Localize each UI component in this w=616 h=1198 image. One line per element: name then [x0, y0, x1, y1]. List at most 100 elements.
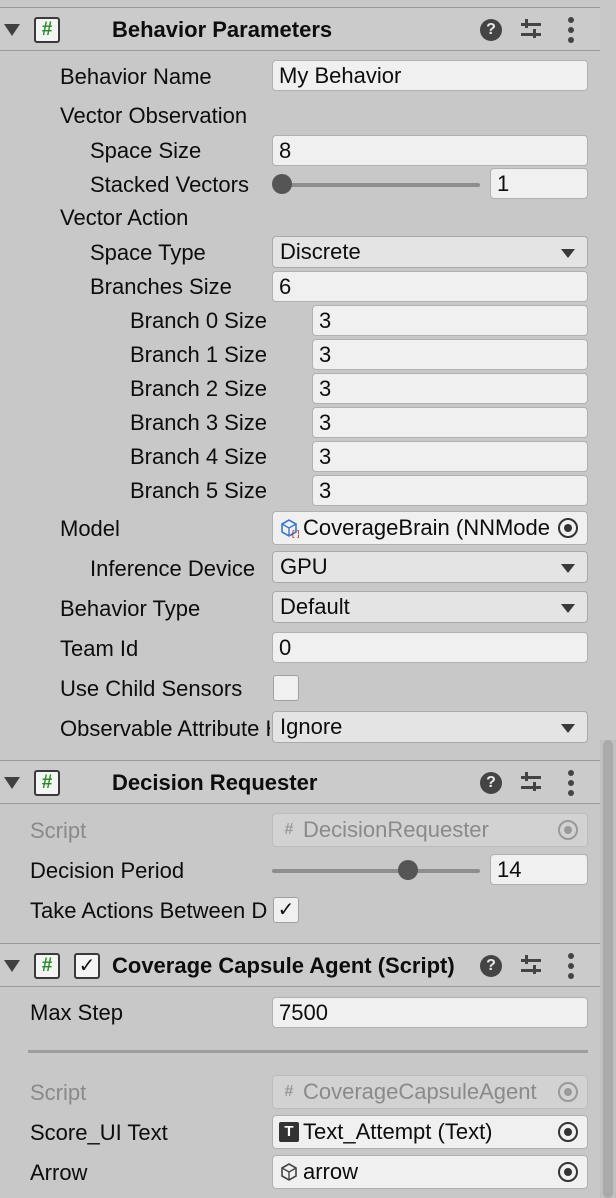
use-child-sensors-checkbox[interactable]	[273, 675, 299, 701]
kebab-menu-icon[interactable]	[568, 770, 574, 796]
agent-script-value: CoverageCapsuleAgent	[303, 1079, 537, 1104]
svg-text:{}: {}	[290, 530, 299, 538]
model-object-field[interactable]: {} CoverageBrain (NNModel)	[272, 511, 588, 545]
take-actions-checkbox[interactable]: ✓	[273, 897, 299, 923]
behavior-parameters-header[interactable]: # Behavior Parameters ?	[0, 7, 600, 51]
space-size-field[interactable]: 8	[272, 135, 588, 166]
branch-4-size-label: Branch 4 Size	[130, 444, 267, 469]
slider-track[interactable]	[272, 869, 480, 873]
coverage-agent-header[interactable]: # ✓ Coverage Capsule Agent (Script) ?	[0, 943, 600, 987]
space-type-dropdown[interactable]: Discrete	[272, 236, 588, 268]
behavior-type-value: Default	[280, 594, 350, 619]
inference-device-value: GPU	[280, 554, 328, 579]
score-ui-text-value: Text_Attempt (Text)	[303, 1119, 493, 1144]
behavior-name-field[interactable]: My Behavior	[272, 60, 588, 91]
agent-script-object-field: # CoverageCapsuleAgent	[272, 1075, 588, 1109]
object-picker-icon	[551, 814, 587, 846]
team-id-field[interactable]: 0	[272, 632, 588, 663]
stacked-vectors-field[interactable]: 1	[490, 168, 588, 199]
help-icon[interactable]: ?	[480, 955, 502, 977]
kebab-menu-icon[interactable]	[568, 953, 574, 979]
script-hash-icon: #	[34, 770, 60, 796]
foldout-arrow-icon[interactable]	[4, 24, 20, 36]
object-picker-icon[interactable]	[551, 1156, 587, 1188]
presets-icon[interactable]	[520, 954, 542, 978]
inference-device-label: Inference Device	[90, 556, 256, 581]
script-hash-icon: #	[284, 1083, 294, 1100]
arrow-value: arrow	[303, 1159, 359, 1184]
slider-knob[interactable]	[272, 174, 292, 194]
script-object-field: # DecisionRequester	[272, 813, 588, 847]
vector-action-label: Vector Action	[60, 205, 189, 230]
help-icon[interactable]: ?	[480, 772, 502, 794]
stacked-vectors-label: Stacked Vectors	[90, 172, 249, 197]
kebab-menu-icon[interactable]	[568, 17, 574, 43]
branch-2-size-field[interactable]: 3	[312, 373, 588, 404]
branch-1-size-label: Branch 1 Size	[130, 342, 267, 367]
slider-knob[interactable]	[397, 860, 418, 880]
team-id-label: Team Id	[60, 636, 139, 661]
space-type-label: Space Type	[90, 240, 206, 265]
object-picker-icon[interactable]	[551, 1116, 587, 1148]
dropdown-caret-icon	[561, 604, 575, 613]
branch-1-size-field[interactable]: 3	[312, 339, 588, 370]
take-actions-label: Take Actions Between Decisions	[30, 898, 268, 923]
behavior-type-dropdown[interactable]: Default	[272, 591, 588, 623]
model-value: CoverageBrain (NNModel)	[303, 515, 551, 540]
decision-period-label: Decision Period	[30, 858, 185, 883]
object-picker-icon[interactable]	[551, 512, 587, 544]
component-title: Decision Requester	[112, 770, 318, 795]
inference-device-dropdown[interactable]: GPU	[272, 551, 588, 583]
branch-3-size-field[interactable]: 3	[312, 407, 588, 438]
presets-icon[interactable]	[520, 18, 542, 42]
observable-attribute-value: Ignore	[280, 714, 343, 739]
space-type-value: Discrete	[280, 239, 361, 264]
foldout-arrow-icon[interactable]	[4, 960, 20, 972]
decision-period-field[interactable]: 14	[490, 854, 588, 885]
branch-0-size-field[interactable]: 3	[312, 305, 588, 336]
branches-size-label: Branches Size	[90, 274, 232, 299]
nn-model-asset-icon: {}	[281, 519, 299, 538]
arrow-label: Arrow	[30, 1160, 88, 1185]
score-ui-text-object-field[interactable]: T Text_Attempt (Text)	[272, 1115, 588, 1149]
component-title: Behavior Parameters	[112, 17, 333, 42]
model-label: Model	[60, 516, 120, 541]
help-icon[interactable]: ?	[480, 19, 502, 41]
decision-requester-header[interactable]: # Decision Requester ?	[0, 760, 600, 804]
component-enabled-checkbox[interactable]: ✓	[74, 953, 100, 979]
branch-2-size-label: Branch 2 Size	[130, 376, 267, 401]
branch-3-size-label: Branch 3 Size	[130, 410, 267, 435]
dropdown-caret-icon	[561, 724, 575, 733]
behavior-name-label: Behavior Name	[60, 64, 212, 89]
branch-5-size-field[interactable]: 3	[312, 475, 588, 506]
dropdown-caret-icon	[561, 249, 575, 258]
branch-4-size-field[interactable]: 3	[312, 441, 588, 472]
behavior-type-label: Behavior Type	[60, 596, 201, 621]
component-title: Coverage Capsule Agent (Script)	[112, 953, 455, 978]
object-picker-icon	[551, 1076, 587, 1108]
slider-track[interactable]	[280, 183, 480, 187]
foldout-arrow-icon[interactable]	[4, 777, 20, 789]
branches-size-field[interactable]: 6	[272, 271, 588, 302]
stacked-vectors-slider[interactable]	[272, 170, 480, 200]
presets-icon[interactable]	[520, 771, 542, 795]
vector-observation-label: Vector Observation	[60, 103, 248, 128]
max-step-label: Max Step	[30, 1000, 123, 1025]
observable-attribute-dropdown[interactable]: Ignore	[272, 711, 588, 743]
script-hash-icon: #	[34, 17, 60, 43]
agent-script-label: Script	[30, 1080, 87, 1105]
script-hash-icon: #	[34, 953, 60, 979]
dropdown-caret-icon	[561, 564, 575, 573]
gameobject-cube-icon	[281, 1163, 297, 1181]
score-ui-text-label: Score_UI Text	[30, 1120, 168, 1145]
section-divider	[28, 1050, 588, 1053]
text-component-icon: T	[279, 1122, 299, 1142]
script-value: DecisionRequester	[303, 817, 489, 842]
use-child-sensors-label: Use Child Sensors	[60, 676, 243, 701]
decision-period-slider[interactable]	[272, 856, 480, 886]
script-label: Script	[30, 818, 87, 843]
vertical-scrollbar[interactable]	[600, 740, 616, 1198]
scrollbar-thumb[interactable]	[603, 740, 613, 1198]
max-step-field[interactable]: 7500	[272, 997, 588, 1028]
arrow-object-field[interactable]: arrow	[272, 1155, 588, 1189]
